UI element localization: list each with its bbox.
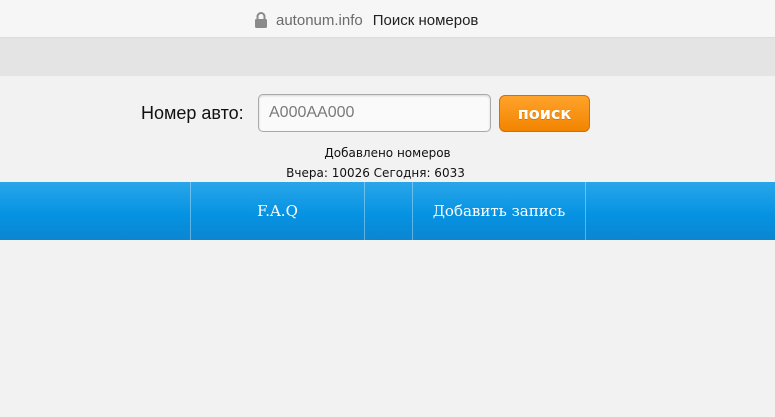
stats-block: Добавлено номеров Вчера: 10026 Сегодня: … — [0, 143, 775, 183]
nav-item-add-record[interactable]: Добавить запись — [413, 182, 585, 240]
plate-number-input[interactable] — [258, 94, 491, 132]
site-domain: autonum.info — [276, 11, 363, 29]
search-button[interactable]: поиск — [499, 95, 590, 132]
browser-address-bar: autonum.info Поиск номеров — [0, 0, 775, 38]
nav-divider — [364, 182, 365, 240]
content-area — [0, 240, 775, 417]
nav-divider — [585, 182, 586, 240]
plate-number-label: Номер авто: — [141, 103, 244, 123]
stats-title: Добавлено номеров — [324, 146, 451, 160]
nav-item-faq[interactable]: F.A.Q — [191, 182, 364, 240]
page-title: Поиск номеров — [372, 11, 479, 29]
address-field[interactable]: autonum.info Поиск номеров — [254, 10, 478, 30]
stats-summary: Вчера: 10026 Сегодня: 6033 — [286, 166, 465, 180]
lock-icon — [254, 11, 268, 29]
header-band — [0, 38, 775, 76]
main-nav: F.A.Q Добавить запись — [0, 182, 775, 240]
search-section: Номер авто: поиск Добавлено номеров Вчер… — [0, 76, 775, 182]
